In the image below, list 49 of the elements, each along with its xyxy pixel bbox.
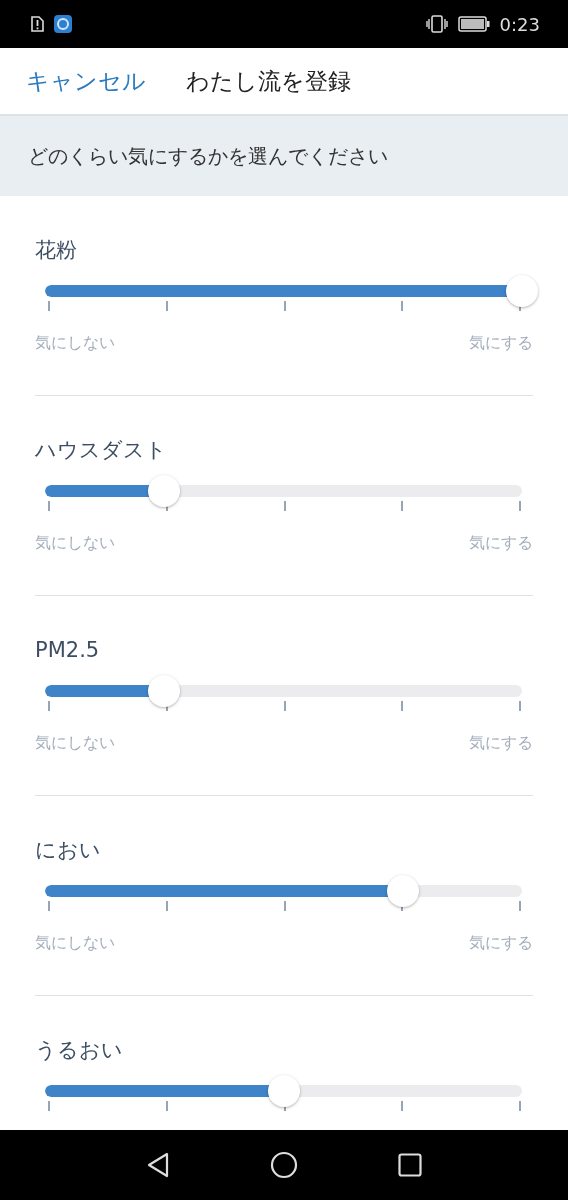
slider-thumb[interactable]	[386, 875, 419, 907]
back-icon[interactable]	[146, 1152, 170, 1178]
tick-mark	[283, 301, 286, 311]
tick-mark	[165, 1101, 168, 1111]
tick-mark	[401, 301, 404, 311]
tick-mark	[48, 901, 50, 911]
slider-label: 花粉	[35, 237, 78, 264]
tick-mark	[401, 1101, 404, 1111]
slider-thumb[interactable]	[148, 675, 181, 707]
min-label: 気にしない	[35, 733, 115, 753]
tick-mark	[48, 701, 50, 711]
slider-label: うるおい	[35, 1037, 124, 1064]
tick-mark	[165, 301, 168, 311]
tick-mark	[519, 901, 521, 911]
slider-label: におい	[35, 837, 102, 864]
tick-mark	[401, 501, 404, 511]
max-label: 気にする	[469, 333, 533, 353]
tick-mark	[48, 301, 50, 311]
status-time: 0:23	[499, 13, 540, 35]
max-label: 気にする	[469, 933, 533, 953]
tick-mark	[283, 501, 286, 511]
slider-label: ハウスダスト	[35, 437, 168, 464]
slider-thumb[interactable]	[148, 475, 181, 507]
home-icon[interactable]	[270, 1151, 298, 1179]
tick-mark	[519, 501, 521, 511]
slider-thumb[interactable]	[506, 275, 538, 307]
app-icon	[54, 15, 72, 33]
tick-mark	[283, 901, 286, 911]
tick-mark	[165, 901, 168, 911]
page-title: わたし流を登録	[186, 66, 351, 96]
tick-mark	[401, 701, 404, 711]
recents-icon[interactable]	[398, 1153, 422, 1177]
tick-mark	[519, 1101, 521, 1111]
tick-mark	[48, 501, 50, 511]
max-label: 気にする	[469, 533, 533, 553]
slider-thumb[interactable]	[267, 1075, 300, 1107]
slider-label: PM2.5	[35, 637, 101, 664]
min-label: 気にしない	[35, 533, 115, 553]
min-label: 気にしない	[35, 333, 115, 353]
cancel-link[interactable]: キャンセル	[26, 65, 146, 97]
max-label: 気にする	[469, 733, 533, 753]
min-label: 気にしない	[35, 933, 115, 953]
instruction-text: どのくらい気にするかを選んでください	[28, 142, 388, 170]
alert-icon	[30, 16, 44, 32]
battery-icon	[457, 16, 490, 32]
tick-mark	[519, 701, 521, 711]
vibrate-icon	[425, 15, 448, 33]
tick-mark	[283, 701, 286, 711]
tick-mark	[48, 1101, 50, 1111]
